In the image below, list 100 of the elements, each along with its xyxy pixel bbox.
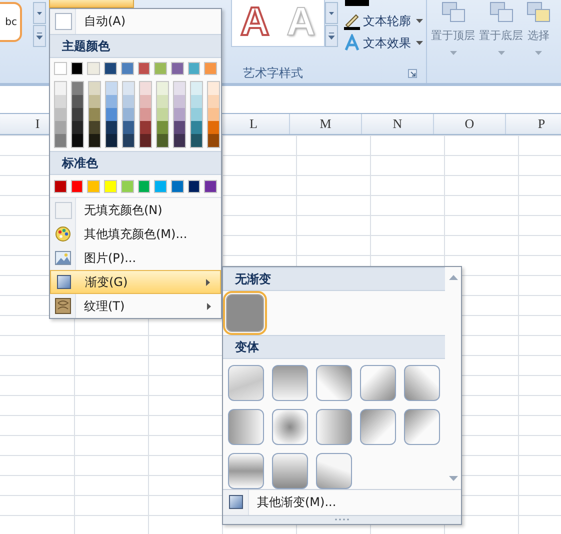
color-swatch[interactable] [188,62,200,75]
color-swatch[interactable] [55,121,66,134]
color-swatch[interactable] [157,95,168,108]
color-swatch[interactable] [208,95,219,108]
color-swatch[interactable] [174,95,185,108]
color-swatch[interactable] [174,121,185,134]
color-swatch[interactable] [87,62,100,75]
gallery-more-icon[interactable] [33,25,46,47]
color-swatch[interactable] [123,134,134,147]
menu-item[interactable]: 其他填充颜色(M)... [50,222,221,246]
text-command-button[interactable]: 文本效果 [343,32,423,54]
menu-item[interactable]: 纹理(T) [50,294,221,318]
color-swatch[interactable] [174,108,185,121]
gradient-variant-swatch[interactable] [272,409,308,445]
gradient-variant-swatch[interactable] [360,365,396,401]
color-swatch[interactable] [120,180,134,193]
color-swatch[interactable] [191,134,202,147]
gradient-variant-swatch[interactable] [404,409,440,445]
color-swatch[interactable] [208,134,219,147]
color-swatch[interactable] [106,108,117,121]
color-swatch[interactable] [123,108,134,121]
color-swatch[interactable] [120,62,134,75]
color-swatch[interactable] [104,180,117,193]
color-swatch[interactable] [140,108,151,121]
color-swatch[interactable] [204,62,218,75]
color-swatch[interactable] [157,134,168,147]
color-swatch[interactable] [138,180,150,193]
color-swatch[interactable] [191,121,202,134]
color-swatch[interactable] [70,62,84,75]
color-swatch[interactable] [54,180,67,193]
color-swatch[interactable] [89,134,100,147]
color-swatch[interactable] [106,121,117,134]
color-swatch[interactable] [170,180,184,193]
color-swatch[interactable] [123,95,134,108]
color-swatch[interactable] [208,108,219,121]
color-swatch[interactable] [72,108,83,121]
gradient-variant-swatch[interactable] [316,453,352,489]
gradient-variant-swatch[interactable] [404,365,440,401]
color-swatch[interactable] [154,62,167,75]
color-swatch[interactable] [140,95,151,108]
color-swatch[interactable] [72,82,83,95]
color-swatch[interactable] [174,82,185,95]
scroll-up-icon[interactable] [448,275,458,280]
color-swatch[interactable] [55,82,66,95]
color-swatch[interactable] [140,121,151,134]
column-header[interactable]: P [506,114,561,134]
color-swatch[interactable] [55,134,66,147]
color-swatch[interactable] [208,82,219,95]
color-swatch[interactable] [191,82,202,95]
color-swatch[interactable] [89,108,100,121]
color-swatch[interactable] [157,108,168,121]
color-swatch[interactable] [106,82,117,95]
text-fill-button[interactable] [345,0,369,6]
scroll-down-icon[interactable] [448,476,458,481]
menu-item[interactable]: 其他渐变(M)... [223,489,461,515]
color-swatch[interactable] [72,95,83,108]
no-gradient-swatch[interactable] [226,294,264,332]
column-header[interactable]: M [290,114,362,134]
color-swatch[interactable] [123,82,134,95]
dialog-launcher-icon[interactable] [408,68,417,78]
color-swatch[interactable] [174,134,185,147]
color-swatch[interactable] [70,180,84,193]
column-header[interactable]: O [434,114,506,134]
color-swatch[interactable] [89,121,100,134]
gradient-variant-swatch[interactable] [360,409,396,445]
gradient-variant-swatch[interactable] [272,453,308,489]
text-command-button[interactable]: 文本轮廓 [343,10,423,32]
gradient-variant-swatch[interactable] [272,365,308,401]
color-swatch[interactable] [55,95,66,108]
color-swatch[interactable] [204,180,218,193]
color-swatch[interactable] [72,134,83,147]
color-swatch[interactable] [157,82,168,95]
color-swatch[interactable] [140,134,151,147]
color-swatch[interactable] [191,95,202,108]
color-swatch[interactable] [154,180,167,193]
scroll-down-icon[interactable] [325,2,338,24]
gradient-variant-swatch[interactable] [228,409,264,445]
resize-grip-icon[interactable] [334,518,350,522]
color-swatch[interactable] [72,121,83,134]
column-header[interactable]: N [362,114,434,134]
color-swatch[interactable] [170,62,184,75]
gallery-more-icon[interactable] [325,25,338,47]
menu-item[interactable]: 无填充颜色(N) [50,198,221,222]
color-swatch[interactable] [140,82,151,95]
color-swatch[interactable] [55,108,66,121]
style-sample[interactable]: bc [0,2,22,42]
color-swatch[interactable] [191,108,202,121]
color-swatch[interactable] [106,134,117,147]
color-swatch[interactable] [157,121,168,134]
color-swatch[interactable] [54,62,67,75]
gradient-variant-swatch[interactable] [316,409,352,445]
gradient-variant-swatch[interactable] [316,365,352,401]
color-swatch[interactable] [208,121,219,134]
menu-item[interactable]: 渐变(G) [50,270,221,294]
color-swatch[interactable] [104,62,117,75]
scroll-down-icon[interactable] [33,2,46,24]
color-swatch[interactable] [138,62,150,75]
gradient-variant-swatch[interactable] [228,365,264,401]
gradient-variant-swatch[interactable] [228,453,264,489]
color-swatch[interactable] [123,121,134,134]
